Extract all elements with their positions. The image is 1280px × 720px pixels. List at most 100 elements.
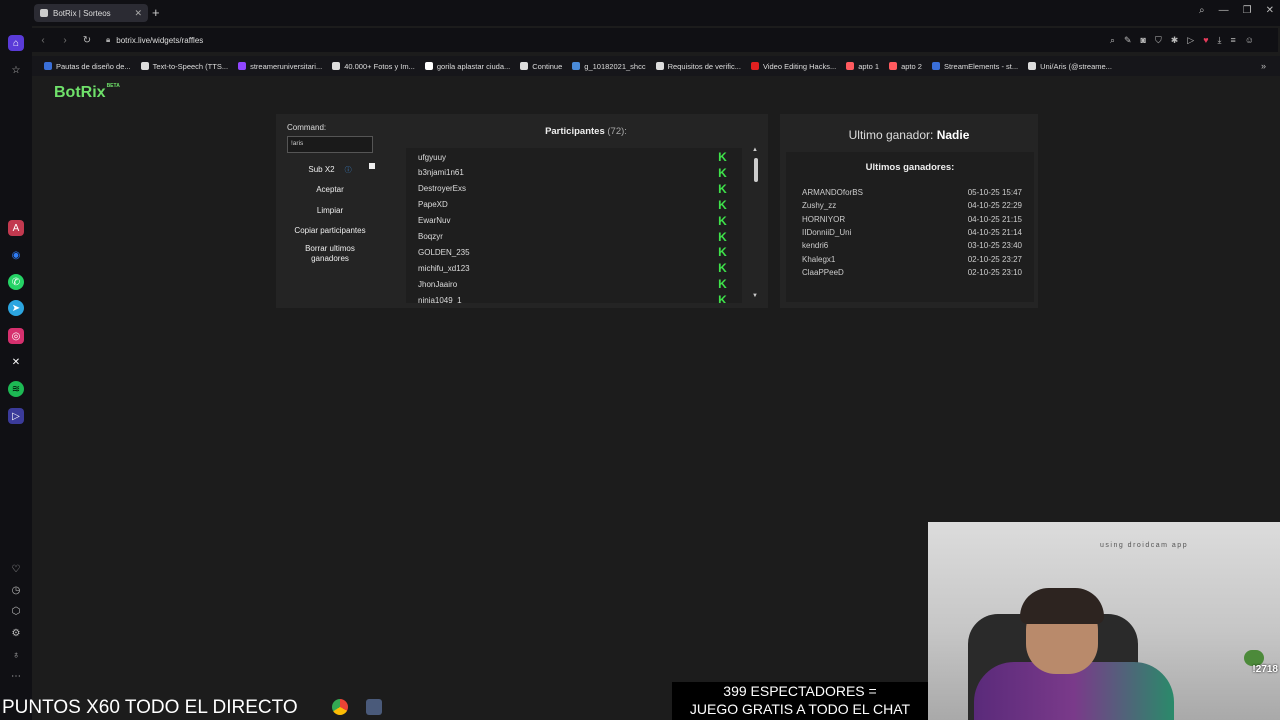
restore-icon[interactable]: ❐ (1243, 5, 1252, 16)
bookmark-label: Continue (532, 61, 563, 71)
scroll-down-icon[interactable]: ▼ (752, 293, 758, 299)
x-twitter-icon[interactable]: ✕ (8, 354, 24, 370)
participants-label: Participantes (545, 126, 605, 137)
star-icon[interactable]: ☆ (8, 62, 24, 78)
more-icon[interactable]: ⋯ (8, 668, 24, 684)
scroll-up-icon[interactable]: ▲ (752, 147, 758, 153)
participant-name: EwarNuv (418, 216, 451, 226)
bookmark-label: Video Editing Hacks... (762, 61, 837, 71)
sub-x2-toggle[interactable]: Sub X2 ⓘ (287, 165, 373, 176)
menu-icon[interactable]: ≡ (1231, 35, 1236, 46)
spectators-line-1: 399 ESPECTADORES = (723, 683, 877, 699)
player-icon[interactable]: ▷ (8, 408, 24, 424)
aria-icon[interactable]: A (8, 220, 24, 236)
bookmark-item[interactable]: 40.000+ Fotos y Im... (332, 62, 415, 71)
close-window-icon[interactable]: ✕ (1266, 5, 1274, 16)
bookmark-label: Uni/Aris (@streame... (1040, 61, 1112, 71)
webcam-overlay: using droidcam app !2718 (928, 522, 1280, 720)
extensions-icon[interactable]: ✱ (1171, 35, 1179, 46)
app-icon[interactable] (366, 699, 382, 715)
botrix-logo[interactable]: BotRixBETA (54, 83, 120, 102)
droidcam-caption: using droidcam app (1100, 542, 1189, 549)
bookmark-item[interactable]: Text-to-Speech (TTS... (140, 62, 228, 71)
forward-icon[interactable]: › (54, 35, 76, 46)
bulb-icon[interactable]: ♁ (8, 647, 24, 663)
bookmarks-more-icon[interactable]: » (1261, 61, 1266, 71)
participant-row: ninja1049_1 K (418, 292, 738, 303)
last-winner-label: Ultimo ganador: (848, 128, 934, 142)
tab-botrix[interactable]: BotRix | Sorteos ✕ (34, 4, 148, 22)
winner-name: ARMANDOforBS (802, 188, 863, 197)
bookmark-item[interactable]: apto 1 (846, 62, 879, 71)
minimize-icon[interactable]: — (1219, 5, 1229, 16)
profile-icon[interactable]: ☺ (1245, 35, 1254, 46)
address-bar: ‹ › ↻ 🔒︎ botrix.live/widgets/raffles ⌕ ✎… (32, 28, 1278, 52)
participant-row: JhonJaairo K (418, 276, 738, 292)
winners-history-title: Ultimos ganadores: (865, 162, 955, 173)
bookmark-item[interactable]: Pautas de diseño de... (44, 62, 131, 71)
participants-scrollbar[interactable]: ▲ ▼ (752, 147, 760, 303)
copy-participants-button[interactable]: Copiar participantes (287, 226, 373, 236)
shield-icon[interactable]: ⛉ (1155, 35, 1162, 46)
play-icon[interactable]: ▷ (1187, 35, 1194, 46)
heart-icon[interactable]: ♡ (8, 561, 24, 577)
clear-button[interactable]: Limpiar (287, 206, 373, 216)
search-tabs-icon[interactable]: ⌕ (1199, 5, 1205, 16)
botrix-favicon-icon (40, 9, 48, 17)
bookmark-item[interactable]: streameruniversitari... (238, 62, 322, 71)
instagram-icon[interactable]: ◎ (8, 328, 24, 344)
accept-button[interactable]: Aceptar (287, 185, 373, 195)
download-icon[interactable]: ⤓ (1218, 35, 1222, 46)
bookmark-item[interactable]: Uni/Aris (@streame... (1028, 62, 1112, 71)
scroll-thumb[interactable] (754, 158, 758, 182)
winner-date: 04-10-25 21:14 (967, 227, 1022, 237)
bookmark-favicon-icon (332, 62, 341, 70)
sub-x2-checkbox[interactable] (369, 163, 375, 169)
window-controls: ⌕ — ❐ ✕ (1199, 5, 1274, 16)
new-tab-icon[interactable]: + (152, 5, 160, 20)
participant-row: Boqzyr K (418, 229, 738, 245)
edit-icon[interactable]: ✎ (1124, 35, 1132, 46)
winner-name: HORNIYOR (802, 214, 846, 224)
command-input[interactable]: !aris (287, 136, 373, 153)
bookmark-favicon-icon (1028, 62, 1037, 70)
bookmark-item[interactable]: gorila aplastar ciuda... (424, 62, 510, 71)
history-icon[interactable]: ◷ (8, 582, 24, 598)
info-icon[interactable]: ⓘ (345, 167, 352, 174)
settings-icon[interactable]: ⚙ (8, 625, 24, 641)
camera-icon[interactable]: ◙ (1141, 35, 1146, 46)
home-icon[interactable]: ⌂ (8, 35, 24, 51)
participant-name: b3njami1n61 (418, 168, 464, 178)
back-icon[interactable]: ‹ (32, 35, 54, 46)
last-winner-name: Nadie (936, 128, 970, 142)
bookmark-favicon-icon (655, 62, 664, 70)
bookmark-item[interactable]: StreamElements - st... (931, 62, 1018, 71)
close-tab-icon[interactable]: ✕ (134, 8, 142, 19)
bookmark-item[interactable]: Video Editing Hacks... (750, 61, 837, 71)
url-field[interactable]: 🔒︎ botrix.live/widgets/raffles (106, 35, 203, 45)
bookmark-item[interactable]: g_10182021_shcc (572, 62, 646, 71)
winner-date: 03-10-25 23:40 (967, 241, 1022, 251)
heart-filled-icon[interactable]: ♥ (1203, 35, 1208, 46)
kick-icon: K (718, 277, 727, 292)
messenger-icon[interactable]: ◉ (8, 247, 24, 263)
reload-icon[interactable]: ↻ (76, 35, 98, 46)
bookmark-item[interactable]: apto 2 (889, 62, 922, 71)
delete-winners-button[interactable]: Borrar ultimos ganadores (287, 244, 373, 264)
tab-bar: BotRix | Sorteos ✕ + ⌕ — ❐ ✕ (0, 0, 1280, 26)
winner-name: Zushy_zz (802, 201, 837, 211)
bookmark-item[interactable]: Requisitos de verific... (655, 62, 741, 71)
bookmark-favicon-icon (572, 62, 581, 70)
winners-history: Ultimos ganadores: ARMANDOforBS 05-10-25 … (786, 152, 1034, 302)
bookmark-item[interactable]: Continue (520, 62, 562, 71)
winner-date: 02-10-25 23:10 (967, 267, 1022, 277)
telegram-icon[interactable]: ➤ (8, 300, 24, 316)
kick-icon: K (718, 261, 727, 276)
search-icon[interactable]: ⌕ (1110, 35, 1115, 46)
winner-row: Zushy_zz 04-10-25 22:29 (802, 201, 1022, 210)
spectators-line-2: JUEGO GRATIS A TODO EL CHAT (689, 701, 911, 717)
whatsapp-icon[interactable]: ✆ (8, 274, 24, 290)
chrome-icon[interactable] (332, 699, 348, 715)
cube-icon[interactable]: ⬡ (8, 603, 24, 619)
spotify-icon[interactable]: ≋ (8, 381, 24, 397)
